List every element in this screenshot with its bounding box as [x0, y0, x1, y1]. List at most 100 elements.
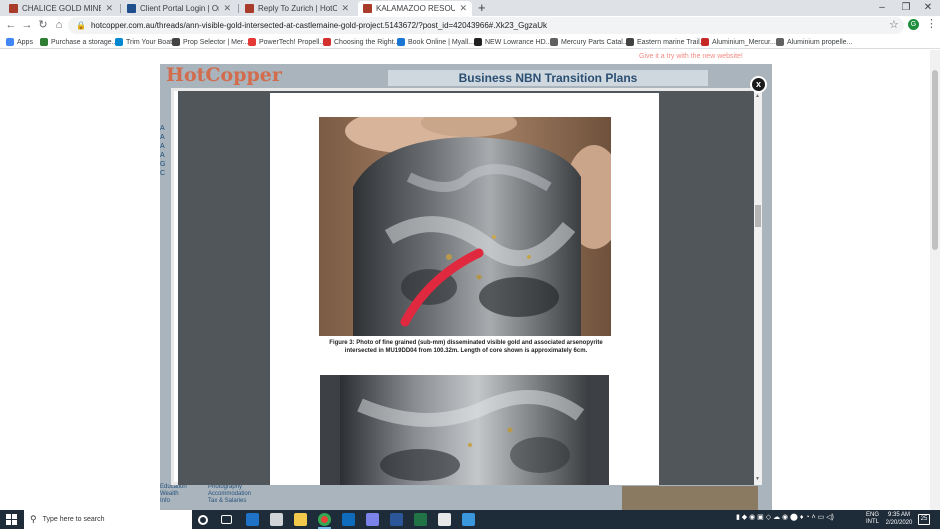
input-language[interactable]: ENG INTL	[866, 512, 879, 526]
bookmark-favicon-icon	[701, 38, 709, 46]
scroll-up-icon[interactable]: ▲	[755, 93, 760, 99]
page-scrollbar[interactable]	[930, 50, 940, 510]
bookmark-label: Aluminium propelle...	[787, 38, 853, 46]
file-explorer-icon[interactable]	[294, 513, 307, 526]
bookmark-item[interactable]: Purchase a storage...	[40, 36, 118, 48]
footer-link[interactable]: Info	[160, 498, 187, 505]
bookmark-item[interactable]: PowerTech! Propell...	[248, 36, 325, 48]
outlook-icon[interactable]	[342, 513, 355, 526]
bookmark-label: Mercury Parts Catal...	[561, 38, 629, 46]
drill-core-image	[319, 117, 611, 336]
lightbox-scroll-thumb[interactable]	[755, 205, 761, 227]
chrome-icon[interactable]	[318, 513, 331, 526]
app-icon[interactable]	[462, 513, 475, 526]
windows-start-icon[interactable]	[6, 514, 17, 525]
drill-core-photo-2	[320, 375, 609, 485]
tab-reply-zurich[interactable]: Reply To Zurich | HotCopper For ✕	[240, 1, 354, 16]
notification-center-icon[interactable]: 25	[918, 514, 930, 525]
bookmark-star-icon[interactable]: ☆	[889, 18, 899, 31]
search-placeholder: Type here to search	[42, 516, 105, 523]
hotcopper-favicon-icon	[245, 4, 254, 13]
bookmark-favicon-icon	[550, 38, 558, 46]
apps-grid-icon	[6, 38, 14, 46]
hotcopper-favicon-icon	[9, 4, 18, 13]
promo-link[interactable]: Give it a try with the new website!	[639, 53, 743, 60]
bookmark-item[interactable]: Book Online | Myall...	[397, 36, 474, 48]
footer-link[interactable]: Education	[160, 484, 187, 491]
address-bar[interactable]: 🔒 hotcopper.com.au/threads/ann-visible-g…	[68, 17, 904, 34]
bookmark-item[interactable]: NEW Lowrance HD...	[474, 36, 552, 48]
search-icon: ⚲	[30, 514, 37, 524]
image-lightbox: Figure 3: Photo of fine grained (sub-mm)…	[171, 88, 762, 485]
bookmark-item[interactable]: Trim Your Boat	[115, 36, 172, 48]
clock-date: 2/20/2020	[885, 520, 913, 526]
bookmark-label: Prop Selector | Mer...	[183, 38, 249, 46]
layout-text: INTL	[866, 519, 880, 525]
excel-icon[interactable]	[414, 513, 427, 526]
bookmark-item[interactable]: Mercury Parts Catal...	[550, 36, 629, 48]
tab-kalamazoo[interactable]: KALAMAZOO RESOURCES LIMIT ✕	[358, 1, 472, 16]
bookmark-label: Book Online | Myall...	[408, 38, 475, 46]
bookmark-item[interactable]: Aluminium propelle...	[776, 36, 852, 48]
tab-close-icon[interactable]: ✕	[223, 3, 231, 14]
reload-icon[interactable]: ↻	[36, 18, 50, 32]
forward-arrow-icon[interactable]: →	[20, 18, 34, 32]
bookmark-label: Choosing the Right...	[334, 38, 400, 46]
ad-banner[interactable]: Business NBN Transition Plans	[388, 70, 708, 86]
cortana-icon[interactable]	[198, 515, 208, 525]
bookmark-item[interactable]: Choosing the Right...	[323, 36, 399, 48]
ad-image[interactable]	[622, 486, 758, 510]
footer-link[interactable]: Wealth	[160, 491, 187, 498]
page-scroll-thumb[interactable]	[932, 70, 938, 250]
lightbox-scrollbar[interactable]: ▲ ▼	[754, 91, 762, 485]
new-tab-button[interactable]: +	[478, 1, 486, 15]
teams-icon[interactable]	[366, 513, 379, 526]
hotcopper-favicon-icon	[363, 4, 372, 13]
bookmark-item[interactable]: Aluminium_Mercur...	[701, 36, 776, 48]
taskbar-clock[interactable]: 9:35 AM 2/20/2020	[885, 511, 913, 527]
bookmark-favicon-icon	[172, 38, 180, 46]
tab-chalice[interactable]: CHALICE GOLD MINES LIMITED ( ✕	[4, 1, 118, 16]
word-icon[interactable]	[390, 513, 403, 526]
tab-title: Reply To Zurich | HotCopper For	[258, 4, 338, 13]
drill-core-photo	[319, 117, 611, 336]
bookmark-label: Trim Your Boat	[126, 38, 173, 46]
footer-links-left: Education Wealth Info	[160, 484, 187, 505]
tab-title: Client Portal Login | Ord Minnett	[140, 4, 219, 13]
footer-link[interactable]: Tax & Salaries	[208, 498, 251, 505]
lightbox-close-button[interactable]: x	[750, 76, 767, 93]
lock-icon: 🔒	[76, 21, 86, 30]
bookmark-label: Eastern marine Trail...	[637, 38, 706, 46]
bookmark-favicon-icon	[626, 38, 634, 46]
bookmark-favicon-icon	[776, 38, 784, 46]
tab-close-icon[interactable]: ✕	[459, 3, 467, 14]
scroll-down-icon[interactable]: ▼	[755, 476, 760, 482]
task-view-icon[interactable]	[221, 515, 232, 524]
ord-minnett-favicon-icon	[127, 4, 136, 13]
tab-ord-minnett[interactable]: Client Portal Login | Ord Minnett ✕	[122, 1, 236, 16]
window-close-button[interactable]: ✕	[914, 0, 940, 16]
pdf-reader-icon[interactable]	[438, 513, 451, 526]
profile-avatar[interactable]: G	[908, 19, 919, 30]
bookmark-item[interactable]: Prop Selector | Mer...	[172, 36, 249, 48]
drill-core-image-2	[320, 375, 609, 485]
url-text: hotcopper.com.au/threads/ann-visible-gol…	[90, 21, 548, 30]
tab-divider	[238, 4, 239, 13]
home-icon[interactable]: ⌂	[52, 18, 66, 32]
footer-link[interactable]: Photography	[208, 484, 251, 491]
edge-icon[interactable]	[246, 513, 259, 526]
bookmark-apps[interactable]: Apps	[6, 36, 33, 48]
bookmark-favicon-icon	[248, 38, 256, 46]
footer-link[interactable]: Accommodation	[208, 491, 251, 498]
bookmark-label: Aluminium_Mercur...	[712, 38, 776, 46]
calendar-app-icon[interactable]	[270, 513, 283, 526]
taskbar-search[interactable]: ⚲ Type here to search	[24, 510, 192, 529]
bookmark-item[interactable]: Eastern marine Trail...	[626, 36, 705, 48]
tab-close-icon[interactable]: ✕	[105, 3, 113, 14]
back-arrow-icon[interactable]: ←	[4, 18, 18, 32]
tab-close-icon[interactable]: ✕	[341, 3, 349, 14]
tab-title: KALAMAZOO RESOURCES LIMIT	[376, 4, 456, 13]
tray-icons[interactable]: ▮ ◆ ◉ ▣ ◇ ☁ ◉ ⬤ ♦ ◔ ˄ ▭ ◁)	[736, 513, 834, 521]
browser-menu-icon[interactable]: ⋮	[926, 17, 937, 30]
bookmarks-bar: Apps Purchase a storage... Trim Your Boa…	[0, 35, 940, 49]
